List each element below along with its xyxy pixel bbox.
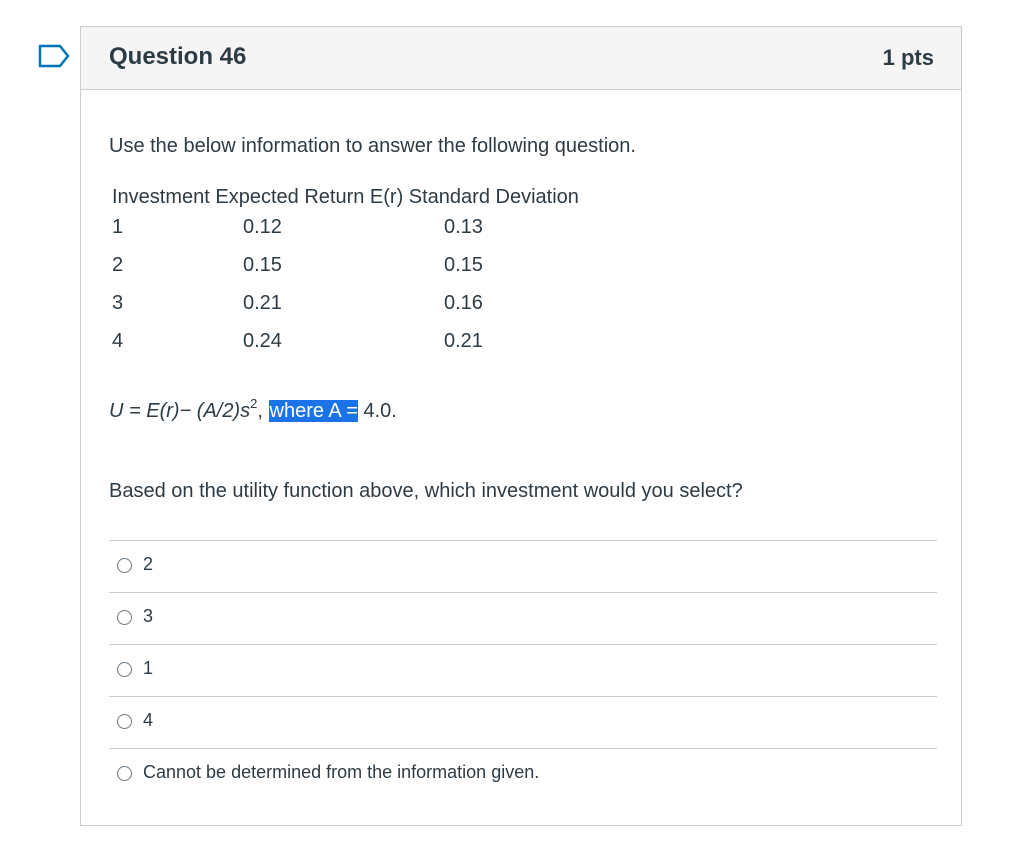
answer-label[interactable]: Cannot be determined from the informatio… (143, 762, 539, 783)
investment-cell: 4 (112, 330, 124, 352)
std-dev-cell: 0.13 (444, 216, 483, 238)
investment-cell: 2 (112, 254, 124, 276)
answer-label[interactable]: 4 (143, 710, 153, 731)
radio-button[interactable] (117, 558, 132, 573)
answer-label[interactable]: 2 (143, 554, 153, 575)
highlighted-text: where A = (268, 400, 358, 422)
std-dev-cell: 0.21 (444, 330, 483, 352)
table-row: 4 0.24 0.21 (112, 330, 632, 354)
std-dev-cell: 0.15 (444, 254, 483, 276)
utility-formula: U = E(r)− (A/2)s2, where A = 4.0. (109, 396, 397, 423)
answer-label[interactable]: 1 (143, 658, 153, 679)
answer-option[interactable]: Cannot be determined from the informatio… (109, 748, 937, 800)
table-row: 1 0.12 0.13 (112, 216, 632, 240)
expected-return-cell: 0.24 (243, 330, 282, 352)
expected-return-cell: 0.15 (243, 254, 282, 276)
table-row: 3 0.21 0.16 (112, 292, 632, 316)
question-points: 1 pts (882, 45, 934, 70)
expected-return-cell: 0.21 (243, 292, 282, 314)
answer-option[interactable]: 2 (109, 540, 937, 592)
radio-button[interactable] (117, 662, 132, 677)
investment-cell: 1 (112, 216, 124, 238)
table-row: 2 0.15 0.15 (112, 254, 632, 278)
investment-cell: 3 (112, 292, 124, 314)
question-title: Question 46 (109, 43, 247, 70)
formula-tail: 4.0. (357, 400, 397, 422)
question-card: Question 46 1 pts Use the below informat… (80, 26, 962, 826)
answer-list: 2 3 1 4 Cannot be determined from the in… (109, 540, 937, 800)
question-prompt: Based on the utility function above, whi… (109, 480, 743, 502)
radio-button[interactable] (117, 610, 132, 625)
question-header: Question 46 1 pts (81, 27, 961, 90)
expected-return-cell: 0.12 (243, 216, 282, 238)
answer-label[interactable]: 3 (143, 606, 153, 627)
answer-option[interactable]: 4 (109, 696, 937, 748)
answer-option[interactable]: 3 (109, 592, 937, 644)
radio-button[interactable] (117, 766, 132, 781)
table-header: Investment Expected Return E(r) Standard… (112, 186, 579, 208)
std-dev-cell: 0.16 (444, 292, 483, 314)
flag-question-icon[interactable] (38, 44, 70, 68)
formula-separator: , (257, 400, 269, 422)
answer-option[interactable]: 1 (109, 644, 937, 696)
question-intro: Use the below information to answer the … (109, 135, 636, 157)
radio-button[interactable] (117, 714, 132, 729)
formula-main: U = E(r)− (A/2)s (109, 400, 251, 422)
